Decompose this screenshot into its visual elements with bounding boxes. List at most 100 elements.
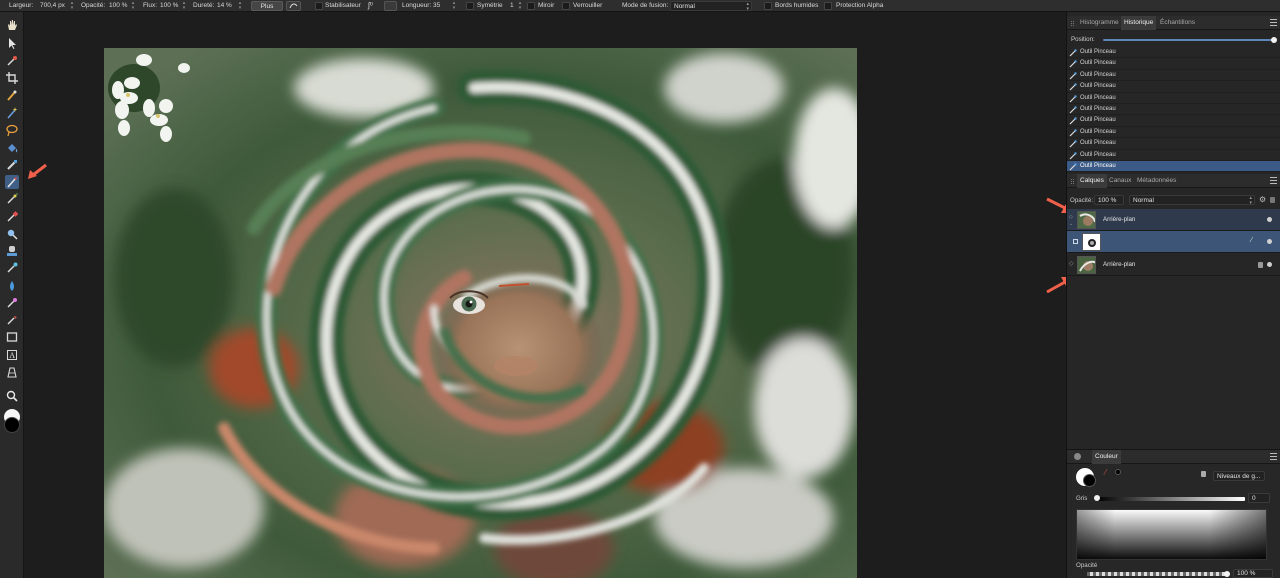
gray-value-field[interactable]: 0 bbox=[1248, 493, 1270, 503]
crop-tool[interactable] bbox=[5, 71, 19, 85]
history-entry[interactable]: Outil Pinceau bbox=[1067, 115, 1280, 127]
wet-edges-checkbox[interactable] bbox=[764, 2, 772, 10]
gear-icon[interactable]: ⚙ bbox=[1259, 195, 1266, 205]
opacity-spinner-icon[interactable]: ▴ ▾ bbox=[130, 1, 136, 11]
panel-menu-icon[interactable] bbox=[1270, 453, 1277, 460]
tab-histogram[interactable]: Histogramme bbox=[1077, 16, 1122, 30]
opacity-value[interactable]: 100 % bbox=[109, 1, 127, 11]
layer-blend-mode-select[interactable]: Normal ▴ ▾ bbox=[1129, 195, 1255, 206]
hardness-value[interactable]: 14 % bbox=[217, 1, 232, 11]
symmetry-value[interactable]: 1 bbox=[510, 1, 514, 11]
rectangle-tool[interactable] bbox=[5, 330, 19, 344]
stroke-color-swatch[interactable] bbox=[1083, 474, 1096, 487]
lock-icon[interactable] bbox=[1270, 197, 1275, 203]
erase-brush-tool[interactable] bbox=[5, 210, 19, 224]
panel-menu-icon[interactable] bbox=[1270, 19, 1277, 26]
window-mode-icon[interactable] bbox=[384, 1, 397, 11]
chevron-down-icon[interactable]: ⌄ bbox=[1069, 221, 1073, 227]
history-entry[interactable]: Outil Pinceau bbox=[1067, 138, 1280, 150]
tab-channels[interactable]: Canaux bbox=[1106, 174, 1134, 188]
panel-close-icon[interactable] bbox=[1074, 453, 1081, 460]
gray-slider-knob[interactable] bbox=[1094, 495, 1100, 501]
layer-row-group[interactable]: ◇ ⌄ Arrière-plan bbox=[1067, 209, 1280, 231]
slider-knob[interactable] bbox=[1271, 37, 1277, 43]
layer-row-background[interactable]: ◇ Arrière-plan bbox=[1067, 254, 1280, 276]
symmetry-spinner-icon[interactable]: ▴ ▾ bbox=[517, 1, 523, 11]
layer-lock-icon[interactable] bbox=[1258, 262, 1263, 268]
blend-mode-label: Mode de fusion: bbox=[622, 2, 669, 9]
symmetry-checkbox[interactable] bbox=[466, 2, 474, 10]
brush-settings-button[interactable] bbox=[286, 1, 301, 11]
smudge-brush-tool[interactable] bbox=[5, 296, 19, 310]
history-position-slider[interactable] bbox=[1103, 39, 1274, 41]
pixel-tool[interactable] bbox=[5, 192, 19, 206]
blend-mode-select[interactable]: Normal ▴ ▾ bbox=[670, 1, 752, 12]
mask-thumbnail-image bbox=[1083, 234, 1100, 250]
color-mode-select[interactable]: Niveaux de g... bbox=[1213, 471, 1265, 481]
history-entry[interactable]: Outil Pinceau bbox=[1067, 150, 1280, 161]
history-entry[interactable]: Outil Pinceau bbox=[1067, 47, 1280, 59]
history-entry[interactable]: Outil Pinceau bbox=[1067, 93, 1280, 104]
tab-samples[interactable]: Échantillons bbox=[1157, 16, 1198, 30]
secondary-color-swatch[interactable] bbox=[4, 417, 20, 433]
history-entry[interactable]: Outil Pinceau bbox=[1067, 58, 1280, 70]
width-value[interactable]: 700,4 px bbox=[40, 1, 65, 11]
eyedropper-icon[interactable]: ⁄ bbox=[1105, 468, 1106, 477]
hand-tool[interactable] bbox=[5, 18, 19, 32]
layer-row-mask[interactable]: ⁄ bbox=[1067, 231, 1280, 253]
layer-visibility-dot[interactable] bbox=[1267, 239, 1272, 244]
dodge-tool[interactable] bbox=[5, 227, 19, 241]
gradient-tool[interactable] bbox=[5, 158, 19, 172]
tab-layers[interactable]: Calques bbox=[1077, 174, 1107, 188]
visibility-toggle-icon[interactable]: ◇ bbox=[1069, 260, 1074, 267]
length-spinner-icon[interactable]: ▴ ▾ bbox=[451, 1, 457, 11]
more-button[interactable]: Plus bbox=[251, 1, 283, 11]
rope-mode-icon[interactable]: ʃ⁰ bbox=[368, 1, 373, 11]
history-entry[interactable]: Outil Pinceau bbox=[1067, 160, 1280, 173]
layer-opacity-field[interactable]: 100 % bbox=[1094, 195, 1124, 205]
blur-brush-tool[interactable] bbox=[5, 279, 19, 293]
panel-menu-icon[interactable] bbox=[1270, 177, 1277, 184]
zoom-tool[interactable] bbox=[5, 389, 19, 403]
tab-history[interactable]: Historique bbox=[1121, 16, 1157, 30]
history-entry[interactable]: Outil Pinceau bbox=[1067, 127, 1280, 139]
hand-icon bbox=[8, 20, 17, 30]
history-entry[interactable]: Outil Pinceau bbox=[1067, 70, 1280, 82]
pen-tool[interactable] bbox=[5, 313, 19, 327]
document-canvas[interactable] bbox=[104, 48, 857, 578]
flow-value[interactable]: 100 % bbox=[160, 1, 178, 11]
tab-metadata[interactable]: Métadonnées bbox=[1134, 174, 1179, 188]
layer-visibility-dot[interactable] bbox=[1267, 217, 1272, 222]
flow-spinner-icon[interactable]: ▴ ▾ bbox=[181, 1, 187, 11]
visibility-toggle-icon[interactable]: ◇ bbox=[1069, 214, 1073, 220]
mirror-checkbox[interactable] bbox=[527, 2, 535, 10]
history-entry[interactable]: Outil Pinceau bbox=[1067, 104, 1280, 116]
layer-visibility-dot[interactable] bbox=[1267, 262, 1272, 267]
selection-brush-tool[interactable] bbox=[5, 89, 19, 103]
opacity-slider[interactable] bbox=[1087, 572, 1227, 576]
history-entry[interactable]: Outil Pinceau bbox=[1067, 81, 1280, 93]
checkbox-icon[interactable] bbox=[1073, 239, 1078, 244]
flood-fill-tool[interactable] bbox=[5, 141, 19, 155]
stabilizer-checkbox[interactable] bbox=[315, 2, 323, 10]
gray-slider[interactable] bbox=[1097, 497, 1245, 501]
move-tool[interactable] bbox=[5, 36, 19, 50]
tab-color[interactable]: Couleur bbox=[1092, 450, 1121, 464]
length-value[interactable]: 35 bbox=[433, 1, 440, 11]
healing-brush-tool[interactable] bbox=[5, 261, 19, 275]
clone-brush-tool[interactable] bbox=[5, 244, 19, 258]
paint-brush-tool[interactable] bbox=[5, 175, 19, 189]
alpha-protect-checkbox[interactable] bbox=[824, 2, 832, 10]
opacity-value-field[interactable]: 100 % bbox=[1233, 569, 1273, 578]
width-spinner-icon[interactable]: ▴ ▾ bbox=[69, 1, 75, 11]
opacity-slider-knob[interactable] bbox=[1224, 571, 1230, 577]
text-tool[interactable]: A bbox=[5, 348, 19, 362]
flood-select-tool[interactable] bbox=[5, 106, 19, 120]
lock-icon[interactable] bbox=[1201, 471, 1206, 477]
perspective-tool[interactable] bbox=[5, 365, 19, 379]
color-picker-tool[interactable] bbox=[5, 54, 19, 68]
freehand-select-tool[interactable] bbox=[5, 123, 19, 137]
lock-checkbox[interactable] bbox=[562, 2, 570, 10]
hardness-spinner-icon[interactable]: ▴ ▾ bbox=[237, 1, 243, 11]
color-gradient-box[interactable] bbox=[1076, 509, 1267, 560]
